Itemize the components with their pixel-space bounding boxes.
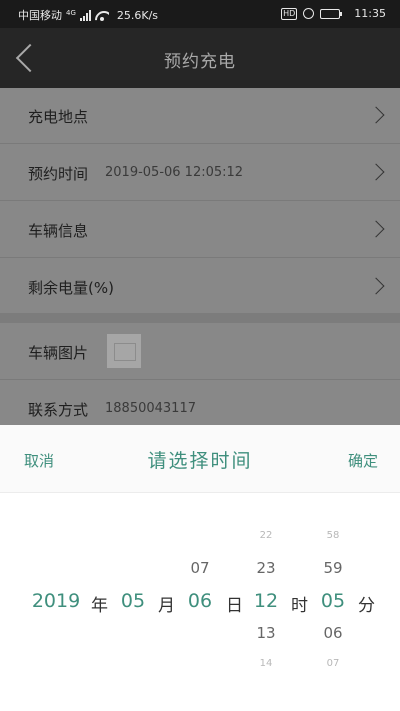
day-wheel[interactable]: 07 06	[182, 425, 218, 711]
signal-icon	[79, 9, 91, 21]
year-wheel[interactable]: 2019	[28, 425, 84, 711]
row-remaining-charge[interactable]: 剩余电量(%)	[0, 259, 400, 315]
minute-option: 06	[323, 624, 343, 642]
day-option: 07	[190, 559, 210, 577]
row-label: 车辆信息	[28, 222, 89, 240]
row-label: 剩余电量(%)	[28, 279, 114, 297]
row-booking-time[interactable]: 预约时间 2019-05-06 12:05:12	[0, 145, 400, 201]
app-header: 预约充电	[0, 28, 400, 88]
alarm-icon	[303, 8, 315, 19]
confirm-button[interactable]: 确定	[348, 450, 378, 471]
minute-option: 07	[326, 658, 340, 669]
row-label: 联系方式	[28, 401, 89, 419]
month-unit: 月	[158, 596, 175, 616]
booking-time-value: 2019-05-06 12:05:12	[105, 165, 244, 180]
wifi-icon	[95, 10, 109, 21]
minute-unit: 分	[358, 596, 375, 616]
chevron-right-icon	[367, 220, 385, 238]
chevron-right-icon	[367, 106, 385, 124]
carrier-label: 中国移动	[18, 9, 62, 22]
row-label: 车辆图片	[28, 344, 89, 362]
month-wheel[interactable]: 05	[115, 425, 151, 711]
hour-unit: 时	[291, 596, 308, 616]
hd-icon: HD	[281, 7, 298, 20]
hour-option: 22	[259, 530, 273, 541]
hour-option: 14	[259, 658, 273, 669]
hour-wheel[interactable]: 22 23 12 13 14	[248, 425, 284, 711]
contact-value[interactable]: 18850043117	[105, 401, 196, 416]
network-type-label: 4G	[66, 9, 76, 17]
hour-selected: 12	[253, 590, 279, 612]
section-divider	[0, 313, 400, 323]
hour-option: 23	[256, 559, 276, 577]
day-unit: 日	[226, 596, 243, 616]
day-selected: 06	[187, 590, 213, 612]
minute-option: 59	[323, 559, 343, 577]
chevron-right-icon	[367, 163, 385, 181]
time-picker-sheet: 取消 请选择时间 确定 2019 年 05 月 07 06 日 22 23 12…	[0, 425, 400, 711]
row-vehicle-info[interactable]: 车辆信息	[0, 202, 400, 258]
row-vehicle-photo: 车辆图片	[0, 324, 400, 380]
chevron-right-icon	[367, 277, 385, 295]
minute-option: 58	[326, 530, 340, 541]
row-charging-location[interactable]: 充电地点	[0, 88, 400, 144]
year-unit: 年	[91, 596, 108, 616]
row-label: 充电地点	[28, 108, 89, 126]
month-selected: 05	[120, 590, 146, 612]
image-placeholder-icon[interactable]	[107, 334, 141, 368]
booking-form: 充电地点 预约时间 2019-05-06 12:05:12 车辆信息 剩余电量(…	[0, 88, 400, 425]
row-label: 预约时间	[28, 165, 89, 183]
network-speed-label: 25.6K/s	[116, 8, 159, 22]
year-selected: 2019	[31, 590, 81, 612]
status-bar: 中国移动 4G 25.6K/s HD 49 11:35	[0, 0, 400, 28]
minute-selected: 05	[320, 590, 346, 612]
page-title: 预约充电	[164, 52, 236, 72]
battery-icon	[320, 8, 343, 19]
hour-option: 13	[256, 624, 276, 642]
minute-wheel[interactable]: 58 59 05 06 07	[315, 425, 351, 711]
clock-label: 11:35	[354, 7, 386, 20]
